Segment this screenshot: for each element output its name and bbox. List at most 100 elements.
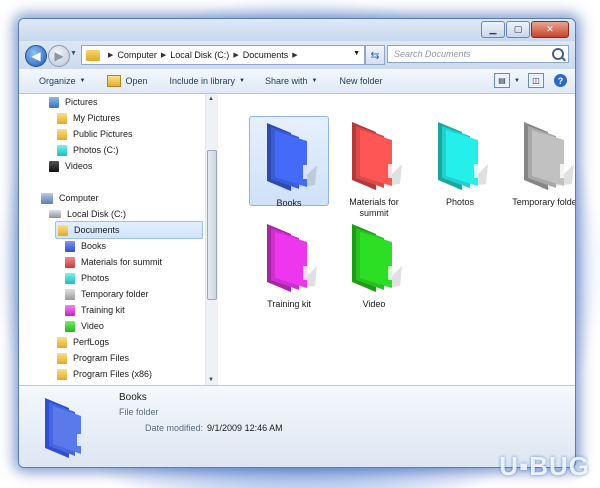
scroll-down-icon[interactable]: ▼: [208, 377, 214, 383]
window-controls: ▁ ▢ ✕: [480, 21, 569, 38]
watermark-domain: .com: [568, 477, 586, 486]
folder-icon: [524, 122, 574, 190]
tree-item-books[interactable]: Books: [65, 238, 106, 254]
tree-item-label: Documents: [74, 225, 120, 235]
search-placeholder: Search Documents: [394, 49, 471, 59]
tree-item-my-pictures[interactable]: My Pictures: [57, 110, 120, 126]
folder-red-icon: [65, 256, 75, 268]
folder-blue-icon: [65, 240, 75, 252]
details-date-modified: Date modified: 9/1/2009 12:46 AM: [145, 423, 283, 433]
tree-item-label: Temporary folder: [81, 289, 149, 299]
folder-tile-training-kit[interactable]: Training kit: [249, 218, 329, 309]
maximize-button[interactable]: ▢: [506, 21, 530, 38]
folder-tile-video[interactable]: Video: [334, 218, 414, 309]
tree-item-public-pictures[interactable]: Public Pictures: [57, 126, 133, 142]
chevron-right-icon[interactable]: ▶: [233, 51, 238, 59]
tree-item-label: Computer: [59, 193, 99, 203]
breadcrumb-documents[interactable]: Documents: [243, 50, 289, 60]
tree-item-perflogs[interactable]: PerfLogs: [57, 334, 109, 350]
tree-item-pictures[interactable]: Pictures: [49, 94, 98, 110]
tree-item-label: Books: [81, 241, 107, 251]
back-button[interactable]: ◀: [25, 45, 47, 67]
folder-tile-materials-for-summit[interactable]: Materials for summit: [334, 116, 414, 218]
tree-item-label: Video: [81, 321, 104, 331]
folder-icon: [438, 122, 488, 190]
tree-item-photos[interactable]: Photos: [65, 270, 109, 286]
folder-label: Materials for summit: [349, 197, 399, 218]
navigation-bar: ◀ ▶ ▼ ▶ Computer ▶ Local Disk (C:) ▶ Doc…: [19, 41, 575, 69]
forward-button[interactable]: ▶: [48, 45, 70, 67]
chevron-down-icon: ▼: [239, 78, 245, 84]
folder-cyan-icon: [65, 272, 75, 284]
recent-pages-dropdown[interactable]: ▼: [70, 50, 77, 57]
folder-icon: [352, 122, 402, 190]
folder-blue-icon: [45, 398, 81, 458]
help-icon[interactable]: ?: [554, 74, 567, 87]
folder-gray-icon: [65, 288, 75, 300]
folder-magenta-icon: [65, 304, 75, 316]
scrollbar-thumb[interactable]: [207, 150, 217, 300]
open-button[interactable]: Open: [107, 75, 148, 87]
folder-icon: [267, 224, 317, 292]
tree-item-label: Program Files: [73, 353, 130, 363]
videos-library-icon: [49, 160, 59, 172]
folder-tile-books[interactable]: Books: [249, 116, 329, 208]
tree-item-program-files-x86[interactable]: Program Files (x86): [57, 366, 152, 382]
pictures-library-icon: [49, 96, 59, 108]
chevron-right-icon[interactable]: ▶: [161, 51, 166, 59]
include-in-library-button[interactable]: Include in library ▼: [170, 76, 245, 86]
tree-item-local-disk[interactable]: Local Disk (C:): [49, 206, 126, 222]
share-with-button[interactable]: Share with ▼: [265, 76, 317, 86]
chevron-down-icon: ▼: [79, 78, 86, 84]
scroll-up-icon[interactable]: ▲: [208, 96, 214, 102]
folder-tile-photos[interactable]: Photos: [420, 116, 500, 207]
tree-item-label: Materials for summit: [81, 257, 163, 267]
organize-button[interactable]: Organize ▼: [39, 76, 85, 86]
folder-icon: [58, 224, 68, 236]
navigation-pane: Pictures My Pictures Public Pictures Pho…: [19, 94, 205, 385]
tree-item-program-files[interactable]: Program Files: [57, 350, 129, 366]
minimize-button[interactable]: ▁: [481, 21, 505, 38]
computer-icon: [41, 192, 53, 204]
navigation-scrollbar[interactable]: ▲ ▼: [205, 94, 218, 385]
open-label: Open: [125, 76, 148, 86]
folder-tile-temporary-folder[interactable]: Temporary folder: [506, 116, 575, 207]
address-bar[interactable]: ▶ Computer ▶ Local Disk (C:) ▶ Documents…: [81, 45, 365, 65]
search-input[interactable]: Search Documents: [387, 45, 569, 63]
file-list: Books Materials for summit Photos Temporary…: [218, 94, 575, 385]
chevron-right-icon[interactable]: ▶: [108, 51, 113, 59]
tree-item-training-kit[interactable]: Training kit: [65, 302, 125, 318]
tree-item-label: My Pictures: [73, 113, 121, 123]
tree-item-photos-c[interactable]: Photos (C:): [57, 142, 119, 158]
details-type: File folder: [119, 407, 159, 417]
command-bar: Organize ▼ Open Include in library ▼ Share…: [19, 69, 575, 94]
tree-item-label: Local Disk (C:): [67, 209, 127, 219]
change-view-icon[interactable]: ▤: [494, 73, 511, 88]
tree-item-videos[interactable]: Videos: [49, 158, 92, 174]
open-folder-icon: [107, 75, 122, 87]
search-icon[interactable]: [552, 48, 564, 60]
include-in-library-label: Include in library: [169, 76, 236, 86]
folder-icon: [267, 123, 317, 191]
preview-pane-icon[interactable]: ◫: [528, 73, 544, 88]
explorer-window: ▁ ▢ ✕ ◀ ▶ ▼ ▶ Computer ▶ Local Disk (C:)…: [18, 18, 576, 468]
tree-item-label: Videos: [65, 161, 93, 171]
tree-item-label: PerfLogs: [73, 337, 110, 347]
tree-item-label: Pictures: [65, 97, 98, 107]
view-dropdown-icon[interactable]: ▼: [514, 78, 520, 84]
new-folder-label: New folder: [339, 76, 383, 86]
tree-item-materials-for-summit[interactable]: Materials for summit: [65, 254, 162, 270]
title-bar: ▁ ▢ ✕: [19, 19, 575, 41]
new-folder-button[interactable]: New folder: [339, 76, 382, 86]
folder-icon: [352, 224, 402, 292]
tree-item-computer[interactable]: Computer: [41, 190, 99, 206]
tree-item-documents[interactable]: Documents: [55, 221, 203, 239]
address-dropdown-icon[interactable]: ▼: [353, 50, 360, 57]
breadcrumb-local-disk[interactable]: Local Disk (C:): [170, 50, 229, 60]
refresh-button[interactable]: ⇆: [365, 45, 385, 65]
close-button[interactable]: ✕: [531, 21, 569, 38]
chevron-right-icon[interactable]: ▶: [292, 51, 297, 59]
tree-item-video[interactable]: Video: [65, 318, 104, 334]
tree-item-temporary-folder[interactable]: Temporary folder: [65, 286, 149, 302]
breadcrumb-computer[interactable]: Computer: [117, 50, 157, 60]
